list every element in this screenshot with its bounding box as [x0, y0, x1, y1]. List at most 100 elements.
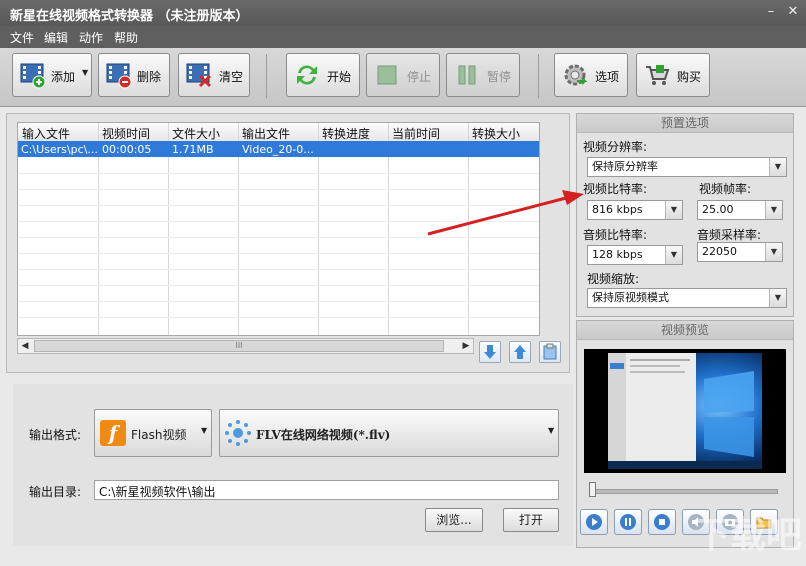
format-detail-select[interactable]: FLV在线网络视频(*.flv) ▼	[219, 409, 559, 457]
chevron-down-icon[interactable]: ▼	[665, 246, 682, 264]
file-table: 输入文件 视频时间 文件大小 输出文件 转换进度 当前时间 转换大小 C:\Us…	[17, 122, 540, 336]
format-detail-value: FLV在线网络视频(*.flv)	[256, 428, 391, 442]
column-input-file[interactable]: 输入文件	[22, 125, 70, 142]
add-dropdown-icon[interactable]: ▼	[82, 68, 88, 77]
column-video-time[interactable]: 视频时间	[102, 125, 150, 142]
scroll-left-icon[interactable]: ◀	[18, 339, 32, 353]
file-list-panel: 输入文件 视频时间 文件大小 输出文件 转换进度 当前时间 转换大小 C:\Us…	[6, 113, 570, 373]
output-format-label: 输出格式:	[29, 428, 82, 442]
move-down-button[interactable]	[479, 341, 501, 363]
stop-icon	[377, 65, 397, 85]
menu-edit[interactable]: 编辑	[44, 29, 68, 46]
column-output-file[interactable]: 输出文件	[242, 125, 290, 142]
chevron-down-icon[interactable]: ▼	[765, 243, 782, 261]
arrow-down-icon	[484, 345, 496, 359]
video-scale-label: 视频缩放:	[587, 272, 640, 286]
row-divider	[18, 221, 539, 222]
resolution-label: 视频分辨率:	[583, 140, 648, 154]
browse-button[interactable]: 浏览...	[425, 508, 483, 532]
row-divider	[18, 205, 539, 206]
format-type-select[interactable]: f Flash视频 ▼	[94, 409, 212, 457]
delete-label: 删除	[137, 70, 162, 84]
seek-slider-track[interactable]	[592, 489, 778, 494]
audio-bitrate-value: 128 kbps	[592, 248, 643, 261]
preview-stop-button[interactable]	[648, 509, 676, 535]
close-button[interactable]: ✕	[784, 3, 802, 21]
play-icon	[586, 514, 602, 530]
video-bitrate-select[interactable]: 816 kbps ▼	[587, 200, 683, 220]
add-label: 添加	[51, 70, 76, 84]
preview-screen	[584, 349, 786, 473]
column-file-size[interactable]: 文件大小	[172, 125, 220, 142]
add-button[interactable]: 添加 ▼	[12, 53, 92, 97]
chevron-down-icon[interactable]: ▼	[765, 201, 782, 219]
toolbar-separator	[538, 54, 539, 98]
clear-button[interactable]: 清空	[178, 53, 250, 97]
output-panel: 输出格式: f Flash视频 ▼ FLV在线网络视频(*.flv) ▼ 输出目…	[13, 384, 573, 546]
sample-rate-select[interactable]: 22050 ▼	[697, 242, 783, 262]
pause-label: 暂停	[487, 70, 512, 84]
audio-bitrate-select[interactable]: 128 kbps ▼	[587, 245, 683, 265]
format-detail-dropdown-icon[interactable]: ▼	[548, 426, 554, 435]
start-label: 开始	[327, 70, 352, 84]
open-button[interactable]: 打开	[503, 508, 559, 532]
cell-file-size: 1.71MB	[172, 143, 214, 156]
menu-file[interactable]: 文件	[10, 29, 34, 46]
move-up-button[interactable]	[509, 341, 531, 363]
buy-button[interactable]: 购买	[636, 53, 710, 97]
clipboard-button[interactable]	[539, 341, 561, 363]
cell-input-file: C:\Users\pc\...	[21, 143, 97, 156]
format-type-dropdown-icon[interactable]: ▼	[201, 426, 207, 435]
horizontal-scrollbar[interactable]: ◀ III ▶	[17, 338, 474, 354]
pause-icon	[458, 65, 476, 85]
refresh-start-icon	[297, 65, 317, 85]
clipboard-icon	[543, 343, 557, 360]
resolution-select[interactable]: 保持原分辨率 ▼	[587, 157, 787, 177]
preset-options-panel: 预置选项 视频分辨率: 保持原分辨率 ▼ 视频比特率: 视频帧率: 816 kb…	[576, 113, 794, 317]
row-divider	[18, 237, 539, 238]
buy-label: 购买	[677, 70, 702, 84]
play-button[interactable]	[580, 509, 608, 535]
menu-help[interactable]: 帮助	[114, 29, 138, 46]
row-divider	[18, 269, 539, 270]
toolbar: 添加 ▼ 删除 清空 开始 停止 暂停 选项 购买	[0, 48, 806, 107]
video-scale-value: 保持原视频模式	[592, 291, 669, 304]
output-dir-input[interactable]: C:\新星视频软件\输出	[94, 480, 559, 500]
cell-video-time: 00:00:05	[102, 143, 152, 156]
stop-icon	[654, 514, 670, 530]
sample-rate-value: 22050	[702, 245, 737, 258]
chevron-down-icon[interactable]: ▼	[665, 201, 682, 219]
row-divider	[18, 173, 539, 174]
watermark: 下载吧	[694, 514, 803, 556]
preview-frame-image	[608, 353, 762, 469]
pause-icon	[620, 514, 636, 530]
shopping-cart-icon	[646, 65, 670, 85]
sample-rate-label: 音频采样率:	[697, 228, 762, 242]
frame-rate-select[interactable]: 25.00 ▼	[697, 200, 783, 220]
column-converted-size[interactable]: 转换大小	[472, 125, 520, 142]
column-progress[interactable]: 转换进度	[322, 125, 370, 142]
preview-panel-title: 视频预览	[577, 321, 793, 340]
start-button[interactable]: 开始	[286, 53, 360, 97]
column-current-time[interactable]: 当前时间	[392, 125, 440, 142]
menu-action[interactable]: 动作	[79, 29, 103, 46]
output-dir-label: 输出目录:	[29, 485, 82, 499]
scroll-right-icon[interactable]: ▶	[459, 339, 473, 353]
stop-button[interactable]: 停止	[366, 53, 440, 97]
row-divider	[18, 317, 539, 318]
minimize-button[interactable]: –	[762, 3, 780, 21]
options-button[interactable]: 选项	[554, 53, 628, 97]
app-window: 新星在线视频格式转换器 （未注册版本） – ✕ 文件 编辑 动作 帮助 添加 ▼	[0, 0, 806, 566]
preset-panel-title: 预置选项	[577, 114, 793, 133]
seek-slider-thumb[interactable]	[589, 482, 596, 497]
video-scale-select[interactable]: 保持原视频模式 ▼	[587, 288, 787, 308]
frame-rate-value: 25.00	[702, 203, 734, 216]
scrollbar-thumb[interactable]: III	[34, 340, 444, 352]
video-bitrate-value: 816 kbps	[592, 203, 643, 216]
preview-pause-button[interactable]	[614, 509, 642, 535]
pause-button[interactable]: 暂停	[446, 53, 520, 97]
chevron-down-icon[interactable]: ▼	[769, 289, 786, 307]
chevron-down-icon[interactable]: ▼	[769, 158, 786, 176]
delete-button[interactable]: 删除	[98, 53, 170, 97]
frame-rate-label: 视频帧率:	[699, 182, 752, 196]
